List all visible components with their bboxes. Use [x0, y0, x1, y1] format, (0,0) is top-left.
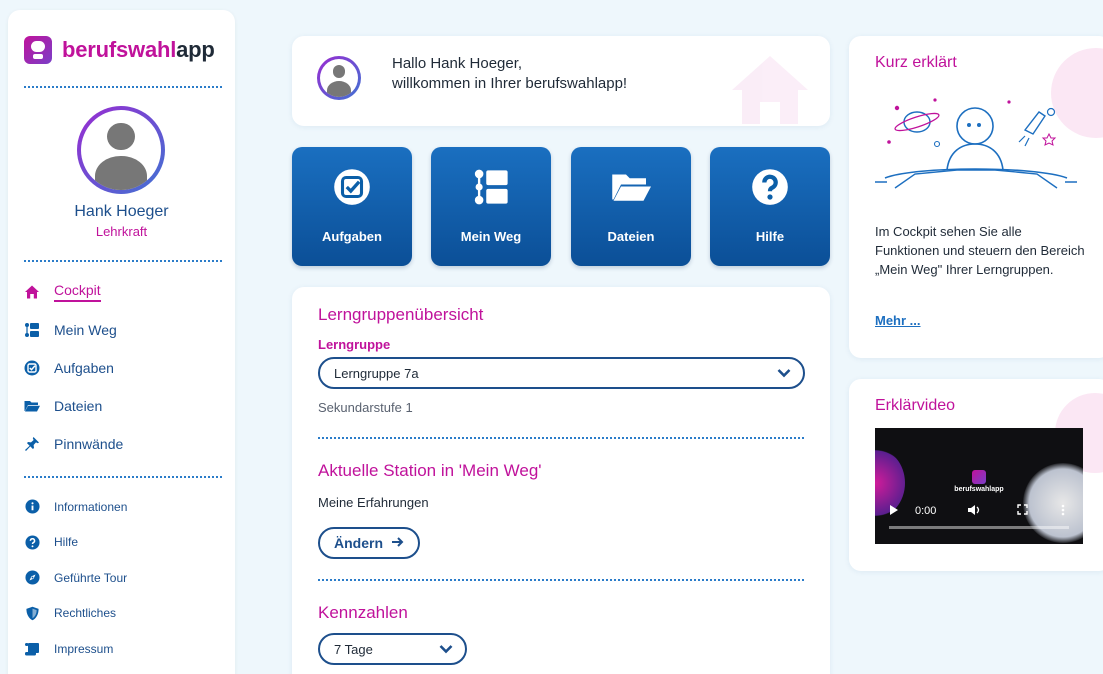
video-title: Erklärvideo: [875, 397, 956, 414]
brand-logo[interactable]: berufswahlapp: [24, 36, 215, 64]
nav-item-hilfe[interactable]: Hilfe: [24, 525, 224, 561]
folder-icon: [24, 398, 40, 414]
scroll-icon: [24, 641, 40, 657]
brand-logo-icon: [972, 470, 986, 484]
nav-item-informationen[interactable]: Informationen: [24, 489, 224, 525]
tile-hilfe[interactable]: Hilfe: [710, 147, 830, 266]
overview-title: Lerngruppenübersicht: [318, 305, 484, 324]
user-avatar-icon: [81, 110, 161, 190]
house-watermark-icon: [732, 56, 808, 124]
welcome-card: Hallo Hank Hoeger, willkommen in Ihrer b…: [292, 36, 830, 126]
compass-icon: [24, 570, 40, 586]
sidebar: berufswahlapp Hank Hoeger Lehrkraft Cock…: [8, 10, 235, 674]
tile-mein-weg[interactable]: Mein Weg: [431, 147, 551, 266]
group-select[interactable]: Lerngruppe 7a: [318, 357, 805, 389]
nav-item-dateien[interactable]: Dateien: [24, 387, 224, 425]
secondary-nav: Informationen Hilfe Geführte Tour Rechtl…: [24, 489, 224, 667]
nav-item-mein-weg[interactable]: Mein Weg: [24, 311, 224, 349]
user-avatar-small: [317, 56, 361, 100]
card-divider: [318, 437, 804, 439]
folder-icon: [571, 167, 691, 207]
brand-name: berufswahlapp: [62, 37, 215, 62]
explained-title: Kurz erklärt: [875, 54, 957, 71]
nav-item-impressum[interactable]: Impressum: [24, 631, 224, 667]
nav-item-aufgaben[interactable]: Aufgaben: [24, 349, 224, 387]
home-icon: [24, 284, 40, 300]
station-value: Meine Erfahrungen: [318, 495, 429, 510]
card-divider: [318, 579, 804, 581]
station-title: Aktuelle Station in 'Mein Weg': [318, 461, 542, 480]
fullscreen-icon[interactable]: [1017, 504, 1028, 518]
video-controls: 0:00: [875, 496, 1083, 526]
nav-item-rechtliches[interactable]: Rechtliches: [24, 596, 224, 632]
tile-aufgaben[interactable]: Aufgaben: [292, 147, 412, 266]
main-nav: Cockpit Mein Weg Aufgaben Dateien Pinnwä…: [24, 273, 224, 463]
brand-logo-icon: [24, 36, 52, 64]
group-level: Sekundarstufe 1: [318, 400, 413, 415]
video-brand-logo: berufswahlapp: [949, 470, 1009, 493]
sidebar-divider: [24, 86, 222, 88]
chevron-down-icon: [439, 642, 453, 657]
user-avatar[interactable]: [77, 106, 165, 194]
more-link[interactable]: Mehr ...: [875, 313, 921, 328]
user-role: Lehrkraft: [95, 224, 148, 239]
video-time: 0:00: [915, 505, 937, 517]
pin-icon: [24, 436, 40, 452]
video-progress-bar[interactable]: [889, 526, 1069, 529]
nav-item-gefuehrte-tour[interactable]: Geführte Tour: [24, 560, 224, 596]
overview-card: Lerngruppenübersicht Lerngruppe Lerngrup…: [292, 287, 830, 674]
chevron-down-icon: [777, 366, 791, 381]
shield-icon: [24, 605, 40, 621]
help-icon: [24, 534, 40, 550]
help-icon: [710, 167, 830, 207]
group-label: Lerngruppe: [318, 337, 391, 352]
welcome-message: Hallo Hank Hoeger, willkommen in Ihrer b…: [392, 55, 628, 92]
path-icon: [24, 322, 40, 338]
user-avatar-icon: [320, 59, 358, 97]
arrow-right-icon: [391, 535, 404, 551]
task-check-icon: [292, 167, 412, 207]
video-player[interactable]: berufswahlapp 0:00: [875, 428, 1083, 544]
task-check-icon: [24, 360, 40, 376]
nav-item-pinnwaende[interactable]: Pinnwände: [24, 425, 224, 463]
change-station-button[interactable]: Ändern: [318, 527, 420, 559]
more-options-icon[interactable]: [1061, 504, 1065, 519]
path-icon: [431, 167, 551, 207]
video-card: Erklärvideo berufswahlapp 0:00: [849, 379, 1103, 571]
sidebar-divider: [24, 260, 222, 262]
stats-title: Kennzahlen: [318, 603, 408, 622]
period-select[interactable]: 7 Tage: [318, 633, 467, 665]
volume-icon[interactable]: [967, 504, 981, 519]
play-icon[interactable]: [889, 504, 899, 519]
user-name: Hank Hoeger: [74, 203, 169, 220]
cockpit-illustration-icon: [875, 98, 1077, 189]
nav-item-cockpit[interactable]: Cockpit: [24, 273, 224, 311]
sidebar-divider: [24, 476, 222, 478]
explained-text: Im Cockpit sehen Sie alle Funktionen und…: [875, 224, 1085, 277]
info-icon: [24, 499, 40, 515]
explained-card: Kurz erklärt Im Cockpit sehen Sie alle F…: [849, 36, 1103, 358]
tile-dateien[interactable]: Dateien: [571, 147, 691, 266]
